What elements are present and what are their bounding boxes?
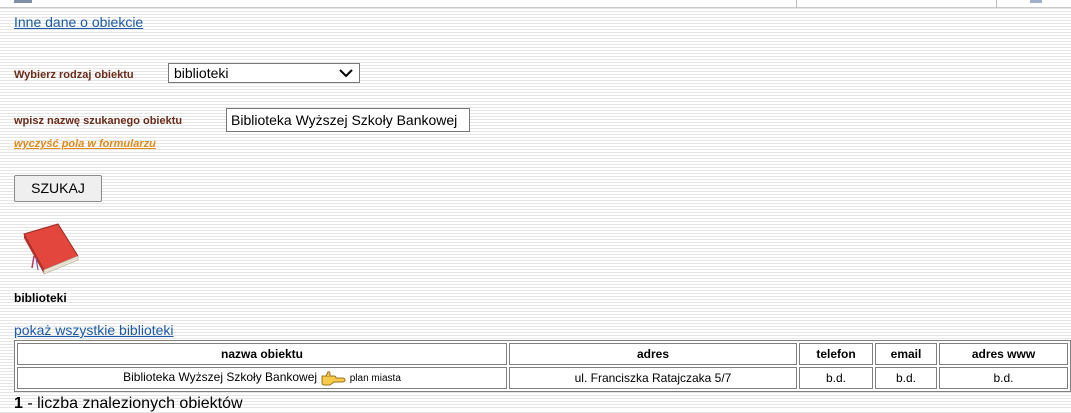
show-all-libraries-link[interactable]: pokaż wszystkie biblioteki [14,322,174,338]
browser-top-strip [0,0,1071,8]
object-name-label: wpisz nazwę szukanego obiektu [14,115,183,127]
top-divider [0,7,1071,8]
object-type-value: biblioteki [174,65,229,81]
object-type-label: Wybierz rodzaj obiektu [14,69,134,81]
top-accent [1030,0,1042,3]
result-count-number: 1 [14,395,23,412]
object-name-cell: Biblioteka Wyższej Szkoły Bankowej plan … [17,367,507,389]
object-type-select[interactable]: biblioteki [168,63,360,83]
phone-cell: b.d. [799,367,873,389]
pointing-hand-icon[interactable] [320,370,346,386]
column-header-www: adres www [939,343,1068,365]
column-header-phone: telefon [799,343,873,365]
book-icon [23,223,79,275]
email-cell: b.d. [875,367,937,389]
top-tick [996,0,997,8]
table-header-row: nazwa obiektu adres telefon email adres … [17,343,1068,365]
object-name-input[interactable]: Biblioteka Wyższej Szkoły Bankowej [226,108,470,132]
city-map-link[interactable]: plan miasta [350,373,401,384]
column-header-name: nazwa obiektu [17,343,507,365]
other-object-data-link[interactable]: Inne dane o obiekcie [14,14,143,30]
column-header-email: email [875,343,937,365]
clear-form-link[interactable]: wyczyść pola w formularzu [14,138,156,150]
chevron-down-icon [339,69,353,78]
result-count-text: - liczba znalezionych obiektów [22,395,243,412]
top-tick [796,0,797,8]
category-title: biblioteki [14,291,67,305]
results-table: nazwa obiektu adres telefon email adres … [14,340,1071,392]
address-cell: ul. Franciszka Ratajczaka 5/7 [509,367,797,389]
table-row: Biblioteka Wyższej Szkoły Bankowej plan … [17,367,1068,389]
column-header-address: adres [509,343,797,365]
www-cell: b.d. [939,367,1068,389]
object-name: Biblioteka Wyższej Szkoły Bankowej [123,370,318,385]
search-button[interactable]: SZUKAJ [14,175,102,202]
top-accent [14,0,32,3]
result-count: 1 - liczba znalezionych obiektów [14,395,243,413]
